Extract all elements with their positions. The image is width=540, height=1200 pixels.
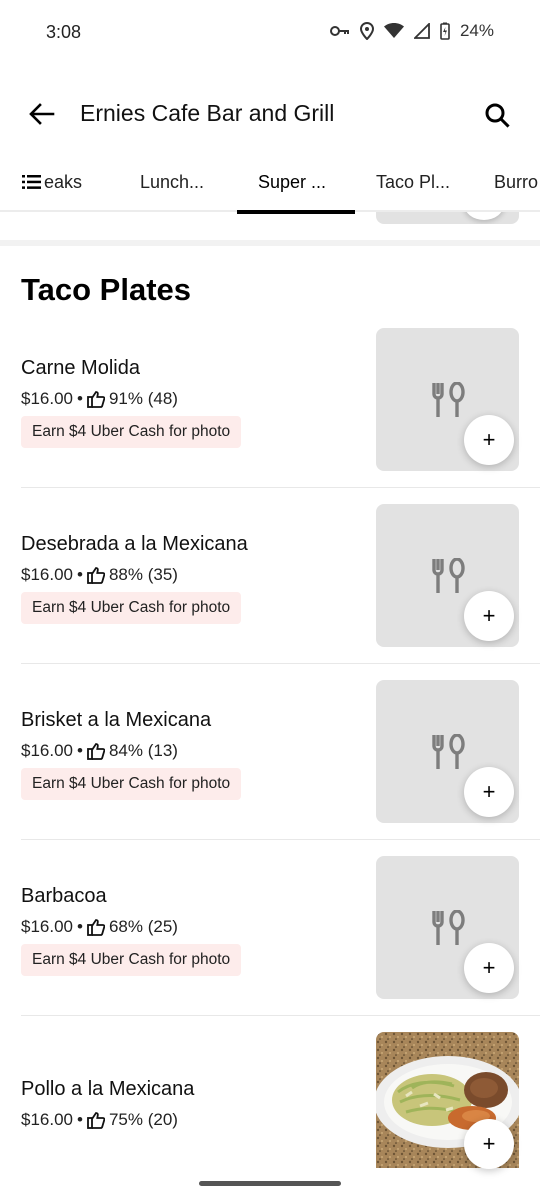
utensils-icon bbox=[432, 558, 465, 593]
menu-item[interactable]: Carne Molida $16.00 • 91% (48) Earn $4 U… bbox=[0, 312, 540, 488]
item-price: $16.00 bbox=[21, 741, 73, 760]
list-icon[interactable] bbox=[22, 174, 42, 195]
status-bar: 3:08 24% bbox=[0, 0, 540, 68]
back-button[interactable] bbox=[22, 96, 62, 132]
item-name: Desebrada a la Mexicana bbox=[21, 533, 248, 555]
location-icon bbox=[359, 22, 374, 40]
thumbs-up-icon bbox=[87, 391, 105, 408]
thumbs-up-icon bbox=[87, 743, 105, 760]
status-icons: 24% bbox=[329, 21, 494, 41]
tab-burros[interactable]: Burro bbox=[494, 172, 538, 193]
menu-item[interactable]: Brisket a la Mexicana $16.00 • 84% (13) … bbox=[0, 664, 540, 840]
promo-badge: Earn $4 Uber Cash for photo bbox=[21, 416, 242, 448]
vpn-key-icon bbox=[329, 25, 350, 37]
section-title: Taco Plates bbox=[21, 272, 192, 307]
separator: • bbox=[77, 389, 83, 408]
tab-taco-plates[interactable]: Taco Pl... bbox=[376, 172, 450, 193]
menu-item[interactable]: Pollo a la Mexicana $16.00 • 75% (20) + bbox=[0, 1016, 540, 1169]
wifi-icon bbox=[383, 23, 404, 39]
status-time: 3:08 bbox=[46, 22, 82, 42]
thumbs-up-icon bbox=[87, 919, 105, 936]
item-price: $16.00 bbox=[21, 1110, 73, 1129]
tab-steaks[interactable]: eaks bbox=[44, 172, 82, 193]
item-name: Pollo a la Mexicana bbox=[21, 1078, 195, 1100]
item-price: $16.00 bbox=[21, 389, 73, 408]
separator: • bbox=[77, 565, 83, 584]
home-indicator[interactable] bbox=[199, 1181, 341, 1186]
item-meta: $16.00 • 91% (48) bbox=[21, 389, 178, 409]
utensils-icon bbox=[432, 910, 465, 945]
item-rating: 84% (13) bbox=[108, 741, 178, 760]
tab-super[interactable]: Super ... bbox=[258, 172, 326, 193]
item-rating: 88% (35) bbox=[108, 565, 178, 584]
separator: • bbox=[77, 1110, 83, 1129]
promo-badge: Earn $4 Uber Cash for photo bbox=[21, 768, 242, 800]
previous-add-button[interactable] bbox=[464, 212, 504, 220]
item-name: Carne Molida bbox=[21, 357, 140, 379]
add-button[interactable]: + bbox=[464, 415, 514, 465]
battery-percent: 24% bbox=[459, 21, 494, 40]
item-meta: $16.00 • 68% (25) bbox=[21, 917, 178, 937]
previous-item-thumbnail bbox=[376, 212, 519, 224]
thumbs-up-icon bbox=[87, 1112, 105, 1129]
item-rating: 68% (25) bbox=[108, 917, 178, 936]
separator: • bbox=[77, 917, 83, 936]
promo-badge: Earn $4 Uber Cash for photo bbox=[21, 592, 242, 624]
signal-icon bbox=[413, 23, 430, 39]
menu-item[interactable]: Desebrada a la Mexicana $16.00 • 88% (35… bbox=[0, 488, 540, 664]
category-tabs: eaks Lunch... Super ... Taco Pl... Burro bbox=[0, 160, 540, 214]
active-tab-indicator bbox=[237, 210, 355, 214]
search-button[interactable] bbox=[478, 96, 516, 134]
store-title: Ernies Cafe Bar and Grill bbox=[80, 100, 335, 126]
promo-badge: Earn $4 Uber Cash for photo bbox=[21, 944, 242, 976]
separator: • bbox=[77, 741, 83, 760]
item-name: Brisket a la Mexicana bbox=[21, 709, 212, 731]
item-price: $16.00 bbox=[21, 565, 73, 584]
item-meta: $16.00 • 75% (20) bbox=[21, 1110, 178, 1130]
item-name: Barbacoa bbox=[21, 885, 107, 907]
store-header: Ernies Cafe Bar and Grill bbox=[0, 86, 540, 142]
item-price: $16.00 bbox=[21, 917, 73, 936]
add-button[interactable]: + bbox=[464, 1119, 514, 1169]
item-rating: 91% (48) bbox=[108, 389, 178, 408]
utensils-icon bbox=[432, 382, 465, 417]
thumbs-up-icon bbox=[87, 567, 105, 584]
item-meta: $16.00 • 84% (13) bbox=[21, 741, 178, 761]
item-meta: $16.00 • 88% (35) bbox=[21, 565, 178, 585]
menu-item[interactable]: Barbacoa $16.00 • 68% (25) Earn $4 Uber … bbox=[0, 840, 540, 1016]
tab-lunch[interactable]: Lunch... bbox=[140, 172, 204, 193]
add-button[interactable]: + bbox=[464, 591, 514, 641]
utensils-icon bbox=[432, 734, 465, 769]
item-rating: 75% (20) bbox=[108, 1110, 178, 1129]
add-button[interactable]: + bbox=[464, 943, 514, 993]
arrow-left-icon bbox=[29, 103, 55, 125]
add-button[interactable]: + bbox=[464, 767, 514, 817]
search-icon bbox=[485, 103, 510, 128]
battery-charging-icon bbox=[440, 22, 450, 40]
section-divider bbox=[0, 240, 540, 246]
